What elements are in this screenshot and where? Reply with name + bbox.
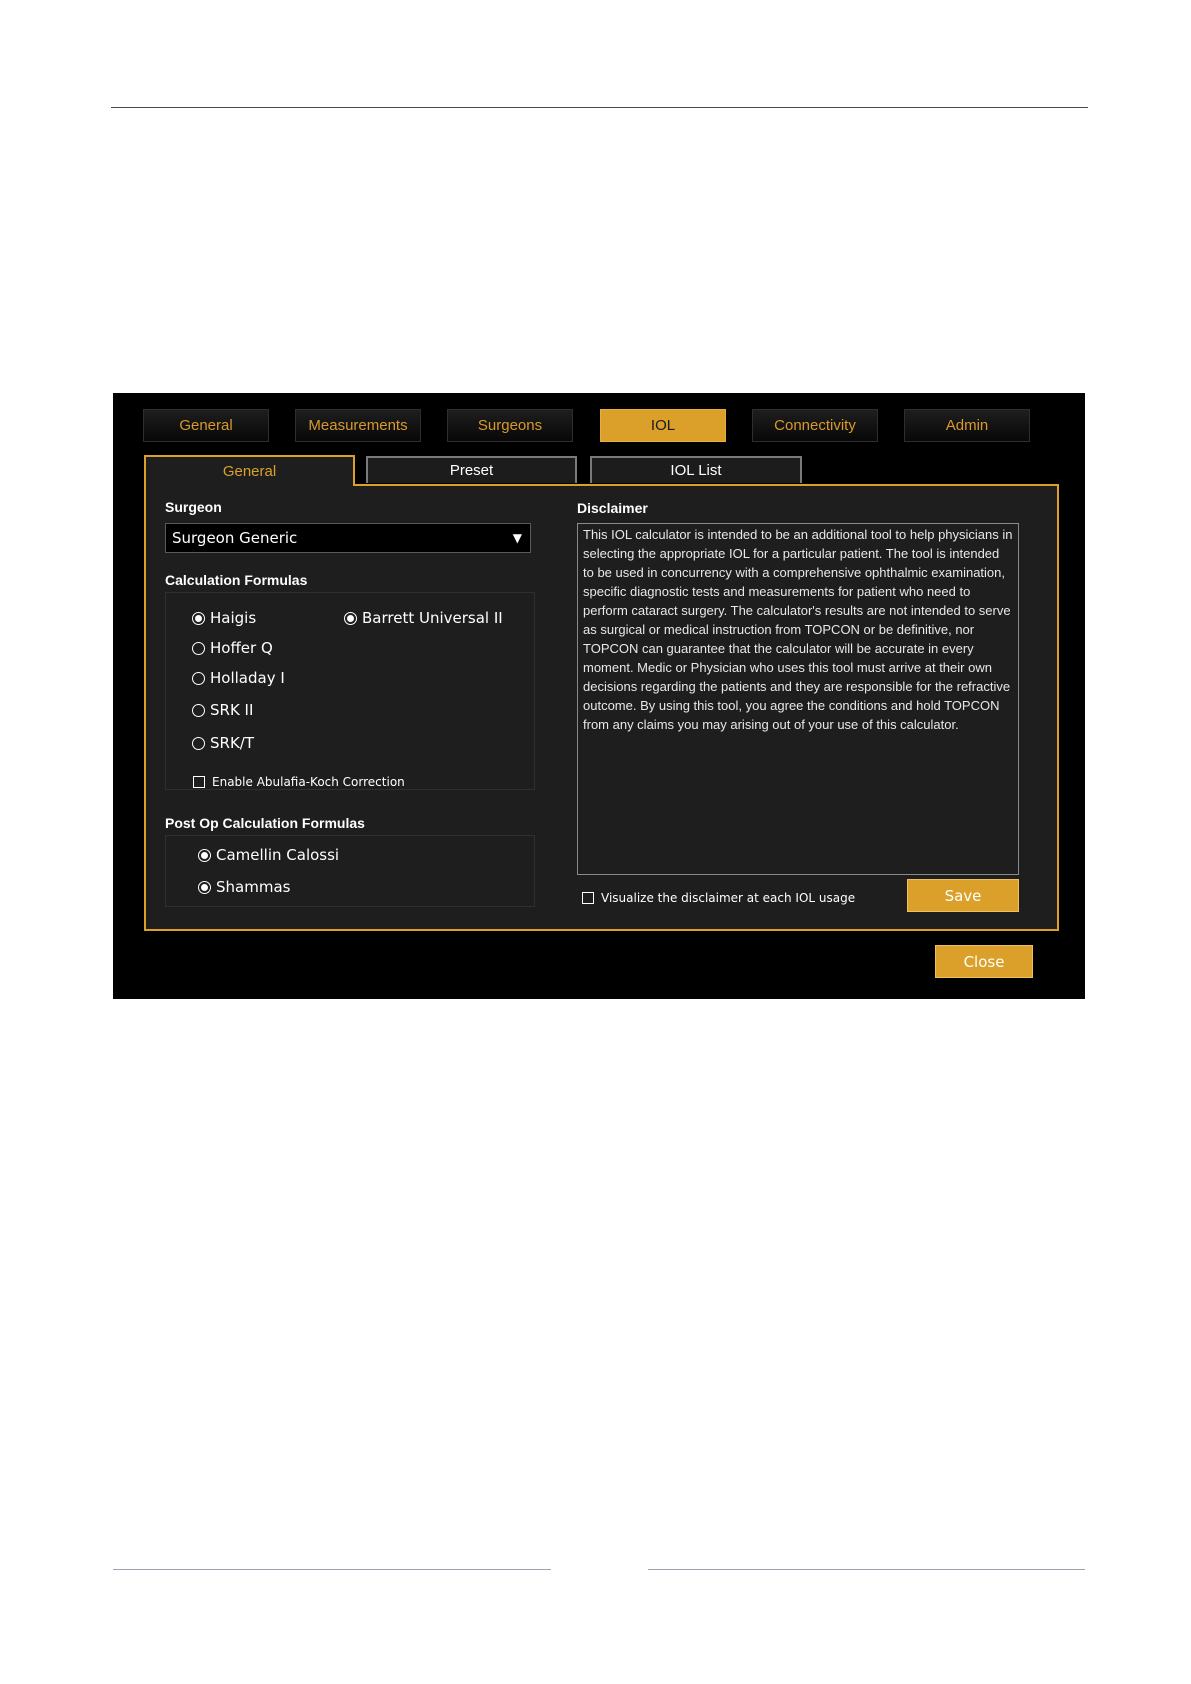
tab-iol[interactable]: IOL bbox=[600, 409, 726, 442]
radio-selected-icon bbox=[198, 848, 211, 862]
disclaimer-text[interactable]: This IOL calculator is intended to be an… bbox=[577, 523, 1019, 875]
post-op-label: Shammas bbox=[216, 878, 291, 896]
post-op-option-camellin-calossi[interactable]: Camellin Calossi bbox=[198, 846, 339, 864]
iol-general-panel: Surgeon Surgeon Generic ▼ Calculation Fo… bbox=[144, 484, 1059, 931]
formula-option-haigis[interactable]: Haigis bbox=[192, 609, 256, 627]
radio-icon bbox=[192, 736, 205, 750]
abulafia-koch-label: Enable Abulafia-Koch Correction bbox=[212, 775, 405, 789]
surgeon-label: Surgeon bbox=[165, 499, 222, 515]
checkbox-icon bbox=[582, 892, 594, 904]
tab-connectivity[interactable]: Connectivity bbox=[752, 409, 878, 442]
formula-option-hoffer-q[interactable]: Hoffer Q bbox=[192, 639, 273, 657]
formula-label: Holladay I bbox=[210, 669, 285, 687]
post-op-option-shammas[interactable]: Shammas bbox=[198, 878, 290, 896]
close-button[interactable]: Close bbox=[935, 945, 1033, 978]
tab-surgeons[interactable]: Surgeons bbox=[447, 409, 573, 442]
radio-selected-icon bbox=[192, 611, 205, 625]
formula-label: SRK/T bbox=[210, 734, 254, 752]
post-op-formulas-label: Post Op Calculation Formulas bbox=[165, 815, 365, 831]
subtab-general[interactable]: General bbox=[144, 455, 355, 486]
post-op-formulas-group: Camellin Calossi Shammas bbox=[165, 835, 535, 907]
formula-label: SRK II bbox=[210, 701, 254, 719]
formula-option-holladay-i[interactable]: Holladay I bbox=[192, 669, 285, 687]
calculation-formulas-group: Haigis Barrett Universal II Hoffer Q Hol… bbox=[165, 592, 535, 790]
subtab-preset[interactable]: Preset bbox=[366, 456, 577, 483]
checkbox-icon bbox=[193, 776, 205, 788]
dropdown-arrow-icon: ▼ bbox=[512, 531, 522, 545]
formula-label: Hoffer Q bbox=[210, 639, 273, 657]
visualize-disclaimer-checkbox[interactable]: Visualize the disclaimer at each IOL usa… bbox=[582, 891, 855, 905]
page-header-rule bbox=[111, 107, 1088, 108]
formula-option-srk-ii[interactable]: SRK II bbox=[192, 701, 253, 719]
tab-admin[interactable]: Admin bbox=[904, 409, 1030, 442]
radio-selected-icon bbox=[344, 611, 357, 625]
save-button[interactable]: Save bbox=[907, 879, 1019, 912]
footer-rule-left bbox=[113, 1569, 551, 1570]
formula-label: Haigis bbox=[210, 609, 257, 627]
tab-measurements[interactable]: Measurements bbox=[295, 409, 421, 442]
iol-settings-window: General Measurements Surgeons IOL Connec… bbox=[113, 393, 1085, 999]
radio-icon bbox=[192, 641, 205, 655]
subtab-iol-list[interactable]: IOL List bbox=[590, 456, 802, 483]
surgeon-select[interactable]: Surgeon Generic ▼ bbox=[165, 523, 531, 553]
radio-icon bbox=[192, 703, 205, 717]
formula-label: Barrett Universal II bbox=[362, 609, 503, 627]
abulafia-koch-checkbox[interactable]: Enable Abulafia-Koch Correction bbox=[193, 775, 405, 789]
radio-selected-icon bbox=[198, 880, 211, 894]
surgeon-select-value: Surgeon Generic bbox=[172, 529, 298, 547]
disclaimer-label: Disclaimer bbox=[577, 500, 648, 516]
post-op-label: Camellin Calossi bbox=[216, 846, 340, 864]
visualize-disclaimer-label: Visualize the disclaimer at each IOL usa… bbox=[601, 891, 856, 905]
formula-option-barrett-universal-ii[interactable]: Barrett Universal II bbox=[344, 609, 503, 627]
formula-option-srk-t[interactable]: SRK/T bbox=[192, 734, 254, 752]
tab-general[interactable]: General bbox=[143, 409, 269, 442]
radio-icon bbox=[192, 671, 205, 685]
footer-rule-right bbox=[648, 1569, 1085, 1570]
calculation-formulas-label: Calculation Formulas bbox=[165, 572, 308, 588]
